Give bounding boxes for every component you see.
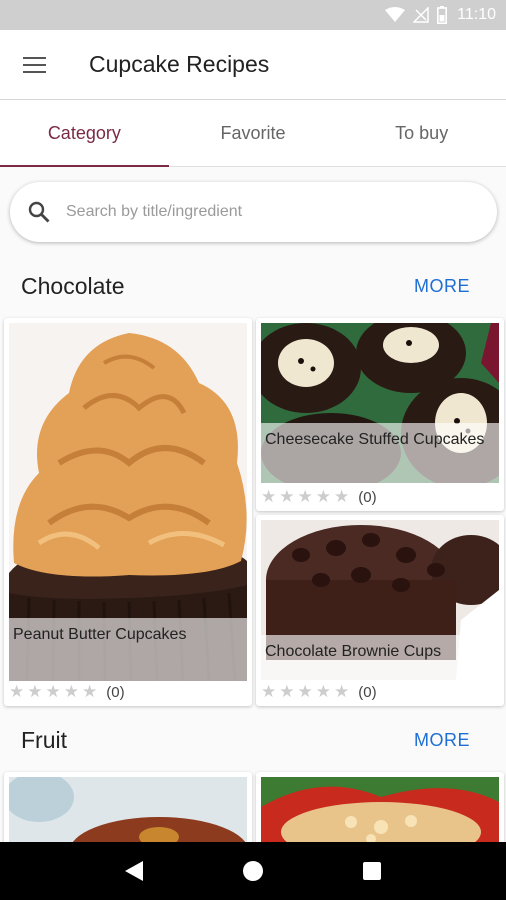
status-bar: 11:10 <box>0 0 506 30</box>
app-title: Cupcake Recipes <box>89 51 270 77</box>
star-icon: ★ <box>279 682 295 701</box>
app-bar: Cupcake Recipes <box>0 30 506 100</box>
rating: ★ ★ ★ ★ ★ (0) <box>261 487 377 507</box>
section-title: Fruit <box>21 726 67 753</box>
star-icon: ★ <box>279 487 295 506</box>
more-button-chocolate[interactable]: MORE <box>414 276 470 297</box>
star-icon: ★ <box>45 682 61 701</box>
section-header-chocolate: Chocolate MORE <box>0 266 506 306</box>
recipe-card[interactable] <box>4 772 252 852</box>
star-icon: ★ <box>297 682 313 701</box>
home-icon[interactable] <box>242 860 264 882</box>
rating: ★ ★ ★ ★ ★ (0) <box>261 682 377 702</box>
recipe-card[interactable] <box>256 772 504 852</box>
search-bar[interactable] <box>10 182 497 242</box>
rating-count: (0) <box>106 683 125 701</box>
star-icon: ★ <box>334 682 350 701</box>
back-icon[interactable] <box>124 860 144 882</box>
star-icon: ★ <box>315 487 331 506</box>
signal-icon <box>413 7 429 23</box>
tab-bar: Category Favorite To buy <box>0 100 506 167</box>
section-header-fruit: Fruit MORE <box>0 720 506 760</box>
menu-button[interactable] <box>0 30 70 100</box>
rating-count: (0) <box>358 488 377 506</box>
system-nav-bar <box>0 842 506 900</box>
recipe-card[interactable]: Cheesecake Stuffed Cupcakes ★ ★ ★ ★ ★ (0… <box>256 318 504 511</box>
section-title: Chocolate <box>21 272 125 299</box>
star-icon: ★ <box>63 682 79 701</box>
star-icon: ★ <box>334 487 350 506</box>
rating: ★ ★ ★ ★ ★ (0) <box>9 682 125 702</box>
star-icon: ★ <box>27 682 43 701</box>
tab-category[interactable]: Category <box>0 100 169 167</box>
star-icon: ★ <box>261 487 277 506</box>
search-icon[interactable] <box>28 201 50 223</box>
recipe-card[interactable]: Peanut Butter Cupcakes ★ ★ ★ ★ ★ (0) <box>4 318 252 706</box>
star-icon: ★ <box>315 682 331 701</box>
star-icon: ★ <box>261 682 277 701</box>
star-icon: ★ <box>82 682 98 701</box>
recipe-title: Peanut Butter Cupcakes <box>9 618 247 681</box>
battery-icon <box>437 6 448 24</box>
tab-favorite[interactable]: Favorite <box>169 100 338 166</box>
recipe-title: Chocolate Brownie Cups <box>261 635 499 680</box>
recipe-card[interactable]: Chocolate Brownie Cups ★ ★ ★ ★ ★ (0) <box>256 515 504 706</box>
recipe-title: Cheesecake Stuffed Cupcakes <box>261 423 499 483</box>
rating-count: (0) <box>358 683 377 701</box>
recipe-image <box>261 777 499 852</box>
menu-icon <box>23 56 47 74</box>
tab-to-buy[interactable]: To buy <box>337 100 506 166</box>
star-icon: ★ <box>9 682 25 701</box>
search-input[interactable] <box>66 203 446 221</box>
status-time: 11:10 <box>457 6 496 23</box>
recipe-image <box>9 777 247 852</box>
more-button-fruit[interactable]: MORE <box>414 730 470 751</box>
star-icon: ★ <box>297 487 313 506</box>
recents-icon[interactable] <box>362 861 382 881</box>
wifi-icon <box>385 7 406 23</box>
